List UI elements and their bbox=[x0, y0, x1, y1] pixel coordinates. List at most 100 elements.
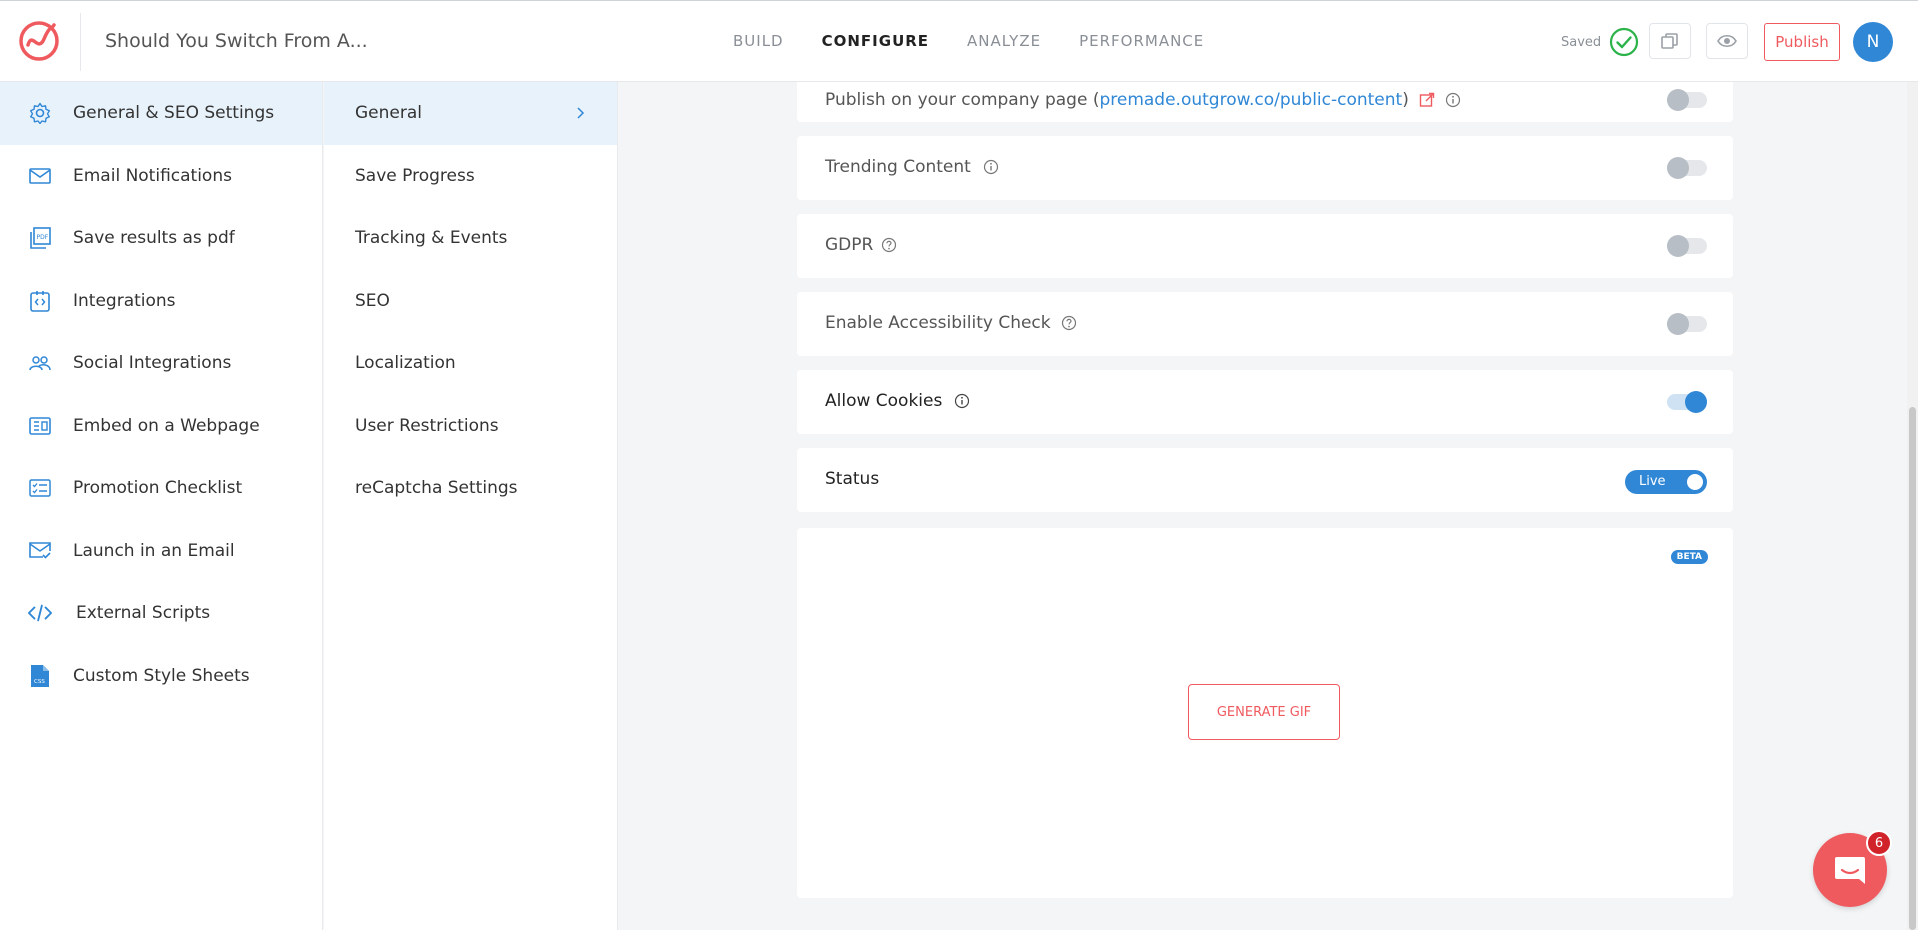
gdpr-row: GDPR bbox=[797, 214, 1733, 278]
page-scrollbar[interactable] bbox=[1907, 82, 1918, 930]
gdpr-label: GDPR bbox=[825, 235, 897, 255]
user-avatar[interactable]: N bbox=[1853, 22, 1893, 62]
css-file-icon: CSS bbox=[28, 664, 52, 688]
sidebar-item-integrations[interactable]: Integrations bbox=[0, 270, 322, 333]
chat-unread-badge: 6 bbox=[1866, 830, 1892, 856]
subnav-item-save-progress[interactable]: Save Progress bbox=[324, 145, 617, 208]
tab-build[interactable]: BUILD bbox=[733, 32, 784, 50]
eye-icon bbox=[1717, 34, 1737, 48]
subnav-item-localization[interactable]: Localization bbox=[324, 332, 617, 395]
trending-content-toggle[interactable] bbox=[1667, 157, 1707, 179]
toggle-knob bbox=[1667, 89, 1689, 111]
header-divider bbox=[80, 13, 81, 71]
accessibility-toggle[interactable] bbox=[1667, 313, 1707, 335]
top-header: Should You Switch From A... BUILD CONFIG… bbox=[0, 0, 1918, 82]
sidebar-item-promotion-checklist[interactable]: Promotion Checklist bbox=[0, 457, 322, 520]
subnav-item-label: reCaptcha Settings bbox=[355, 478, 518, 499]
publish-company-label: Publish on your company page (premade.ou… bbox=[825, 90, 1461, 110]
settings-main: Publish on your company page (premade.ou… bbox=[619, 82, 1899, 930]
settings-subnav: General Save Progress Tracking & Events … bbox=[324, 82, 618, 930]
subnav-item-label: SEO bbox=[355, 290, 390, 311]
toggle-knob bbox=[1667, 235, 1689, 257]
subnav-item-user-restrictions[interactable]: User Restrictions bbox=[324, 395, 617, 458]
subnav-item-seo[interactable]: SEO bbox=[324, 270, 617, 333]
embed-icon bbox=[28, 414, 52, 438]
users-icon bbox=[28, 351, 52, 375]
saved-status: Saved bbox=[1561, 27, 1639, 57]
subnav-item-general[interactable]: General bbox=[324, 82, 617, 145]
pdf-icon: PDF bbox=[28, 226, 52, 250]
allow-cookies-text: Allow Cookies bbox=[825, 391, 943, 411]
toggle-knob bbox=[1687, 474, 1703, 490]
gear-icon bbox=[28, 101, 52, 125]
sidebar-item-label: Custom Style Sheets bbox=[73, 665, 250, 686]
subnav-item-recaptcha[interactable]: reCaptcha Settings bbox=[324, 457, 617, 520]
subnav-item-label: Tracking & Events bbox=[355, 228, 508, 249]
status-label: Status bbox=[825, 469, 880, 489]
status-live-toggle[interactable]: Live bbox=[1625, 470, 1707, 494]
gdpr-text: GDPR bbox=[825, 235, 874, 255]
subnav-item-label: User Restrictions bbox=[355, 415, 499, 436]
accessibility-label: Enable Accessibility Check bbox=[825, 313, 1077, 333]
tab-analyze[interactable]: ANALYZE bbox=[967, 32, 1041, 50]
outgrow-logo-icon[interactable] bbox=[18, 19, 60, 61]
info-icon[interactable] bbox=[983, 159, 999, 175]
subnav-item-label: Save Progress bbox=[355, 165, 475, 186]
allow-cookies-label: Allow Cookies bbox=[825, 391, 970, 411]
project-title[interactable]: Should You Switch From A... bbox=[105, 30, 368, 52]
settings-sidebar: General & SEO Settings Email Notificatio… bbox=[0, 82, 323, 930]
chat-icon bbox=[1835, 857, 1865, 884]
allow-cookies-toggle[interactable] bbox=[1667, 391, 1707, 413]
sidebar-item-label: Social Integrations bbox=[73, 353, 232, 374]
scrollbar-thumb[interactable] bbox=[1909, 407, 1916, 930]
sidebar-item-label: Save results as pdf bbox=[73, 228, 235, 249]
gdpr-toggle[interactable] bbox=[1667, 235, 1707, 257]
tab-configure[interactable]: CONFIGURE bbox=[822, 32, 929, 50]
info-icon[interactable] bbox=[954, 393, 970, 409]
publish-company-toggle[interactable] bbox=[1667, 89, 1707, 111]
sidebar-item-external-scripts[interactable]: External Scripts bbox=[0, 582, 322, 645]
sidebar-item-save-pdf[interactable]: PDF Save results as pdf bbox=[0, 207, 322, 270]
sidebar-item-social-integrations[interactable]: Social Integrations bbox=[0, 332, 322, 395]
sidebar-item-label: Integrations bbox=[73, 290, 176, 311]
email-launch-icon bbox=[28, 539, 52, 563]
toggle-knob bbox=[1667, 313, 1689, 335]
subnav-item-tracking-events[interactable]: Tracking & Events bbox=[324, 207, 617, 270]
accessibility-text: Enable Accessibility Check bbox=[825, 313, 1051, 333]
accessibility-row: Enable Accessibility Check bbox=[797, 292, 1733, 356]
public-content-link[interactable]: premade.outgrow.co/public-content bbox=[1099, 90, 1402, 110]
sidebar-item-label: External Scripts bbox=[76, 603, 211, 624]
sidebar-item-email-notifications[interactable]: Email Notifications bbox=[0, 145, 322, 208]
integrations-icon bbox=[28, 289, 52, 313]
sidebar-item-general-seo[interactable]: General & SEO Settings bbox=[0, 82, 322, 145]
publish-company-suffix: ) bbox=[1402, 90, 1409, 110]
generate-gif-button[interactable]: GENERATE GIF bbox=[1188, 684, 1340, 740]
sidebar-item-label: Launch in an Email bbox=[73, 540, 235, 561]
help-icon[interactable] bbox=[881, 237, 897, 253]
sidebar-item-label: Promotion Checklist bbox=[73, 478, 243, 499]
gif-generator-card: BETA GENERATE GIF bbox=[797, 528, 1733, 898]
sidebar-item-label: Email Notifications bbox=[73, 165, 232, 186]
svg-text:CSS: CSS bbox=[34, 679, 45, 685]
toggle-knob bbox=[1685, 391, 1707, 413]
sidebar-item-custom-style-sheets[interactable]: CSS Custom Style Sheets bbox=[0, 645, 322, 708]
toggle-knob bbox=[1667, 157, 1689, 179]
external-link-icon[interactable] bbox=[1419, 92, 1435, 108]
info-icon[interactable] bbox=[1445, 92, 1461, 108]
help-icon[interactable] bbox=[1061, 315, 1077, 331]
sidebar-item-launch-email[interactable]: Launch in an Email bbox=[0, 520, 322, 583]
sidebar-item-embed-webpage[interactable]: Embed on a Webpage bbox=[0, 395, 322, 458]
sidebar-item-label: General & SEO Settings bbox=[73, 103, 275, 124]
saved-label: Saved bbox=[1561, 34, 1602, 50]
trending-content-row: Trending Content bbox=[797, 136, 1733, 200]
tab-performance[interactable]: PERFORMANCE bbox=[1079, 32, 1204, 50]
duplicate-button[interactable] bbox=[1649, 23, 1691, 59]
envelope-icon bbox=[28, 164, 52, 188]
chevron-right-icon bbox=[577, 107, 585, 119]
publish-company-row: Publish on your company page (premade.ou… bbox=[797, 82, 1733, 122]
publish-button[interactable]: Publish bbox=[1764, 23, 1840, 61]
beta-badge: BETA bbox=[1670, 550, 1708, 564]
preview-button[interactable] bbox=[1706, 23, 1748, 59]
trending-content-label: Trending Content bbox=[825, 157, 999, 177]
sidebar-item-label: Embed on a Webpage bbox=[73, 415, 260, 436]
